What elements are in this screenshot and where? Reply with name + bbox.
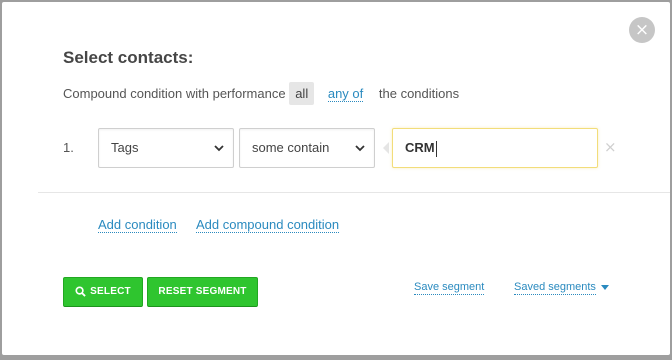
condition-row-index: 1.	[63, 140, 74, 155]
field-select[interactable]: Tags	[98, 128, 234, 168]
select-button[interactable]: SELECT	[63, 277, 143, 307]
text-caret	[435, 140, 437, 157]
select-contacts-dialog: × Select contacts: Compound condition wi…	[2, 2, 670, 355]
select-button-label: SELECT	[90, 286, 131, 297]
close-icon[interactable]: ×	[629, 17, 655, 43]
saved-segments-link[interactable]: Saved segments	[514, 281, 596, 295]
add-condition-link[interactable]: Add condition	[98, 217, 177, 233]
field-select-value: Tags	[111, 140, 139, 155]
dialog-title: Select contacts:	[63, 48, 194, 67]
divider	[38, 192, 670, 193]
chevron-down-icon	[214, 145, 224, 152]
add-compound-condition-link[interactable]: Add compound condition	[196, 217, 340, 233]
operator-select-value: some contain	[252, 140, 330, 155]
remove-condition-icon[interactable]: ×	[604, 138, 617, 156]
reset-segment-button[interactable]: RESET SEGMENT	[147, 277, 258, 307]
save-segment-link[interactable]: Save segment	[414, 281, 485, 295]
chevron-down-icon	[355, 145, 365, 152]
caret-down-icon[interactable]	[601, 285, 609, 290]
compound-condition-line: Compound condition with performance all …	[63, 82, 459, 106]
search-icon	[75, 286, 86, 297]
pointer-arrow	[383, 142, 389, 154]
condition-prefix: Compound condition with performance	[63, 86, 286, 101]
option-any-of[interactable]: any of	[327, 86, 364, 102]
option-all[interactable]: all	[289, 82, 315, 105]
value-input-text: CRM	[405, 140, 435, 155]
value-input[interactable]: CRM	[392, 128, 598, 168]
condition-suffix: the conditions	[378, 86, 460, 101]
operator-select[interactable]: some contain	[239, 128, 375, 168]
